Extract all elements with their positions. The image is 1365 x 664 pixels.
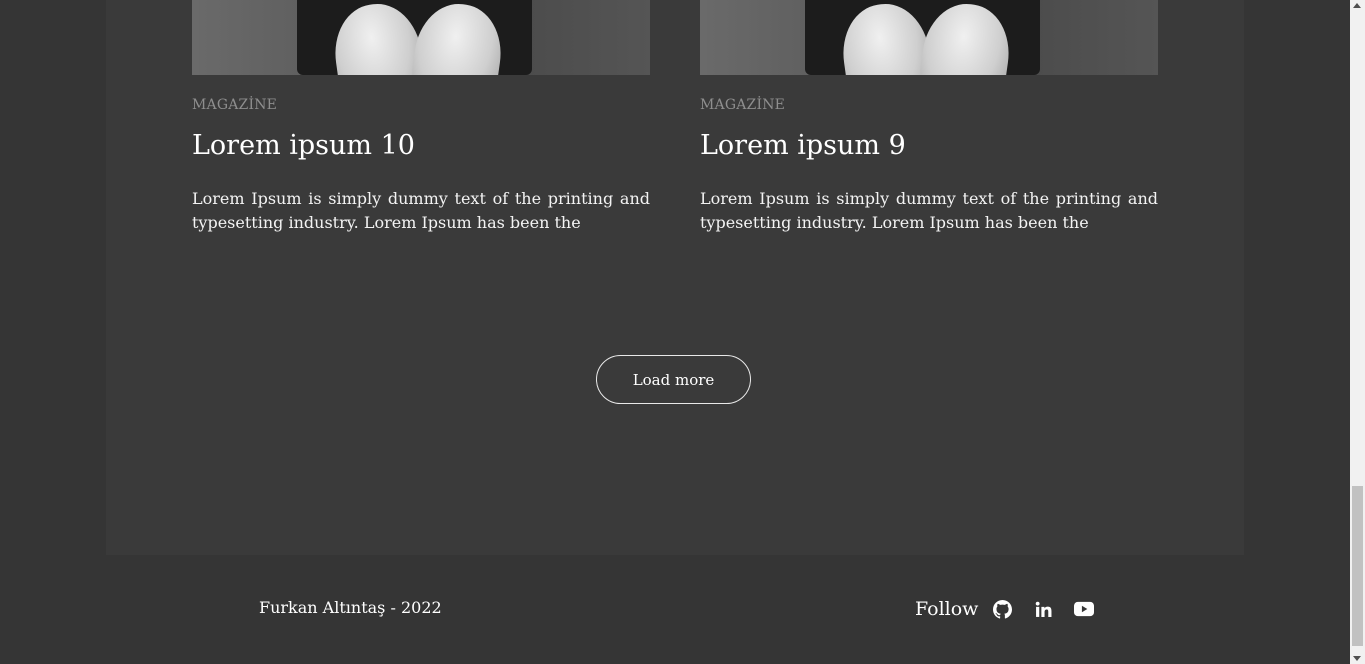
post-excerpt: Lorem Ipsum is simply dummy text of the … [192,189,650,232]
youtube-icon [1074,601,1095,617]
post-category: MAGAZİNE [192,97,278,113]
post-image[interactable] [192,0,650,75]
follow-label: Follow [915,598,979,620]
youtube-link[interactable] [1074,599,1095,619]
post-title[interactable]: Lorem ipsum 10 [192,130,415,161]
scroll-down-arrow-icon[interactable] [1353,656,1361,661]
content-panel [106,0,1244,555]
scroll-thumb[interactable] [1352,486,1363,646]
post-card[interactable]: MAGAZİNE Lorem ipsum 9 Lorem Ipsum is si… [700,0,1158,232]
footer-follow: Follow [915,597,1115,621]
scrollbar[interactable] [1350,0,1365,664]
post-image[interactable] [700,0,1158,75]
scroll-up-arrow-icon[interactable] [1353,3,1361,8]
post-category: MAGAZİNE [700,97,786,113]
footer-copyright: Furkan Altıntaş - 2022 [259,598,442,617]
github-icon [992,599,1012,619]
post-title[interactable]: Lorem ipsum 9 [700,130,906,161]
post-card[interactable]: MAGAZİNE Lorem ipsum 10 Lorem Ipsum is s… [192,0,650,232]
load-more-button[interactable]: Load more [596,355,751,404]
linkedin-icon [1035,601,1052,617]
github-link[interactable] [992,599,1012,619]
post-excerpt: Lorem Ipsum is simply dummy text of the … [700,189,1158,232]
linkedin-link[interactable] [1033,599,1053,619]
